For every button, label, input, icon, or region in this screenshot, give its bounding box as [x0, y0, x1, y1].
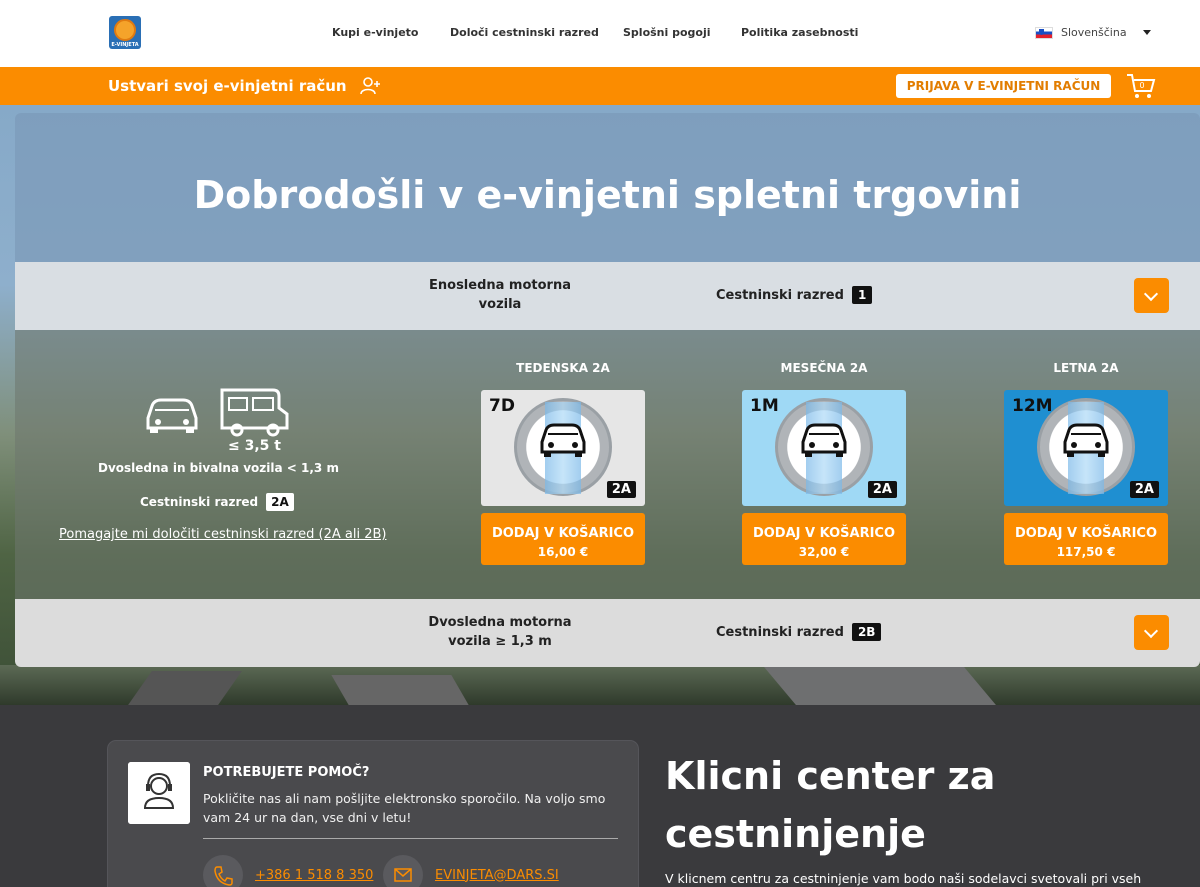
- toll-class-badge: 2A: [266, 493, 294, 511]
- help-title: POTREBUJETE POMOČ?: [203, 765, 370, 780]
- help-section: POTREBUJETE POMOČ? Pokličite nas ali nam…: [0, 705, 1200, 887]
- hero-header: Dobrodošli v e-vinjetni spletni trgovini: [15, 113, 1200, 262]
- vignette-code: 1M: [750, 396, 779, 416]
- toll-class-badge: 1: [851, 286, 873, 304]
- vignette-image: 1M 2A: [742, 390, 906, 506]
- car-and-camper-icon: [146, 388, 289, 437]
- support-agent-icon: [128, 762, 190, 824]
- chevron-down-icon: [1143, 286, 1159, 302]
- vignette-code: 12M: [1012, 396, 1053, 416]
- slovenia-flag-icon: [1035, 26, 1053, 39]
- email-contact: EVINJETA@DARS.SI: [383, 855, 559, 887]
- vignette-class-badge: 2A: [1129, 481, 1159, 498]
- page-title: Dobrodošli v e-vinjetni spletni trgovini: [193, 173, 1022, 217]
- car-icon: [1063, 423, 1109, 457]
- vignette-image: 7D 2A: [481, 390, 645, 506]
- toll-class-info: Cestninski razred 1: [716, 286, 873, 304]
- nav-link-determine-class[interactable]: Določi cestninski razred: [450, 26, 599, 39]
- language-selector[interactable]: Slovenščina: [1035, 26, 1127, 39]
- phone-link[interactable]: +386 1 518 8 350: [255, 868, 373, 883]
- cart-icon[interactable]: 0: [1126, 72, 1156, 100]
- vignette-class-badge: 2A: [867, 481, 897, 498]
- login-button[interactable]: PRIJAVA V E-VINJETNI RAČUN: [896, 74, 1111, 98]
- category-label: Enosledna motorna vozila: [429, 278, 571, 312]
- vignette-class-badge: 2A: [606, 481, 636, 498]
- category-row-motorcycles[interactable]: Enosledna motorna vozila Cestninski razr…: [15, 262, 1200, 330]
- nav-link-terms[interactable]: Splošni pogoji: [623, 26, 711, 39]
- add-to-cart-button[interactable]: DODAJ V KOŠARICO 16,00 €: [481, 513, 645, 565]
- vignette-code: 7D: [489, 396, 515, 416]
- add-to-cart-label: DODAJ V KOŠARICO: [752, 525, 896, 541]
- car-icon: [801, 423, 847, 457]
- add-to-cart-label: DODAJ V KOŠARICO: [491, 525, 635, 541]
- toll-class-label: Cestninski razred: [140, 495, 259, 509]
- call-center-title: Klicni center za cestninjenje: [665, 754, 996, 856]
- logo-text: E-VINJETA: [111, 42, 139, 48]
- toll-class-info: Cestninski razred 2B: [716, 623, 882, 641]
- add-to-cart-button[interactable]: DODAJ V KOŠARICO 32,00 €: [742, 513, 906, 565]
- add-to-cart-button[interactable]: DODAJ V KOŠARICO 117,50 €: [1004, 513, 1168, 565]
- weight-limit: ≤ 3,5 t: [228, 438, 281, 454]
- road-decoration: [764, 667, 996, 705]
- category-label: Dvosledna motorna vozila ≥ 1,3 m: [428, 615, 572, 649]
- add-to-cart-label: DODAJ V KOŠARICO: [1014, 525, 1158, 541]
- help-card: POTREBUJETE POMOČ? Pokličite nas ali nam…: [108, 741, 638, 887]
- vignette-title: MESEČNA 2A: [780, 361, 868, 375]
- car-icon: [540, 423, 586, 457]
- toll-class-badge: 2B: [851, 623, 882, 641]
- vignette-title: TEDENSKA 2A: [516, 361, 610, 375]
- e-vinjeta-logo[interactable]: E-VINJETA: [109, 16, 141, 49]
- nav-link-privacy[interactable]: Politika zasebnosti: [741, 26, 858, 39]
- vignette-price: 117,50 €: [1056, 544, 1116, 559]
- toll-class-label: Cestninski razred: [716, 624, 844, 640]
- email-link[interactable]: EVINJETA@DARS.SI: [435, 868, 559, 883]
- toll-class-label: Cestninski razred: [716, 287, 844, 303]
- expand-button[interactable]: [1134, 615, 1169, 650]
- phone-contact: +386 1 518 8 350: [203, 855, 373, 887]
- help-text: Pokličite nas ali nam pošljite elektrons…: [203, 791, 606, 825]
- account-bar: Ustvari svoj e-vinjetni račun PRIJAVA V …: [0, 67, 1200, 105]
- chevron-down-icon: [1143, 623, 1159, 639]
- determine-class-help-link[interactable]: Pomagajte mi določiti cestninski razred …: [59, 527, 386, 542]
- divider: [203, 838, 618, 839]
- sun-icon: [114, 19, 136, 41]
- add-user-icon[interactable]: [360, 76, 382, 96]
- vignette-panel: Dobrodošli v e-vinjetni spletni trgovini…: [15, 113, 1200, 667]
- chevron-down-icon[interactable]: [1143, 30, 1151, 35]
- category-row-large-vehicles[interactable]: Dvosledna motorna vozila ≥ 1,3 m Cestnin…: [15, 599, 1200, 667]
- expand-button[interactable]: [1134, 278, 1169, 313]
- vignette-title: LETNA 2A: [1053, 361, 1119, 375]
- cart-count: 0: [1139, 81, 1144, 90]
- phone-icon: [203, 855, 243, 887]
- email-icon: [383, 855, 423, 887]
- language-label: Slovenščina: [1061, 26, 1127, 39]
- nav-link-buy-vignette[interactable]: Kupi e-vinjeto: [332, 26, 418, 39]
- vignette-price: 32,00 €: [798, 544, 850, 559]
- create-account-link[interactable]: Ustvari svoj e-vinjetni račun: [108, 77, 347, 95]
- road-decoration: [331, 675, 469, 705]
- vehicle-description: Dvosledna in bivalna vozila < 1,3 m: [98, 461, 339, 475]
- top-navigation: E-VINJETA Kupi e-vinjeto Določi cestnins…: [0, 0, 1200, 67]
- vignette-price: 16,00 €: [537, 544, 589, 559]
- toll-class-info: Cestninski razred 2A: [140, 493, 294, 511]
- vignette-image: 12M 2A: [1004, 390, 1168, 506]
- call-center-text: V klicnem centru za cestninjenje vam bod…: [665, 871, 1142, 886]
